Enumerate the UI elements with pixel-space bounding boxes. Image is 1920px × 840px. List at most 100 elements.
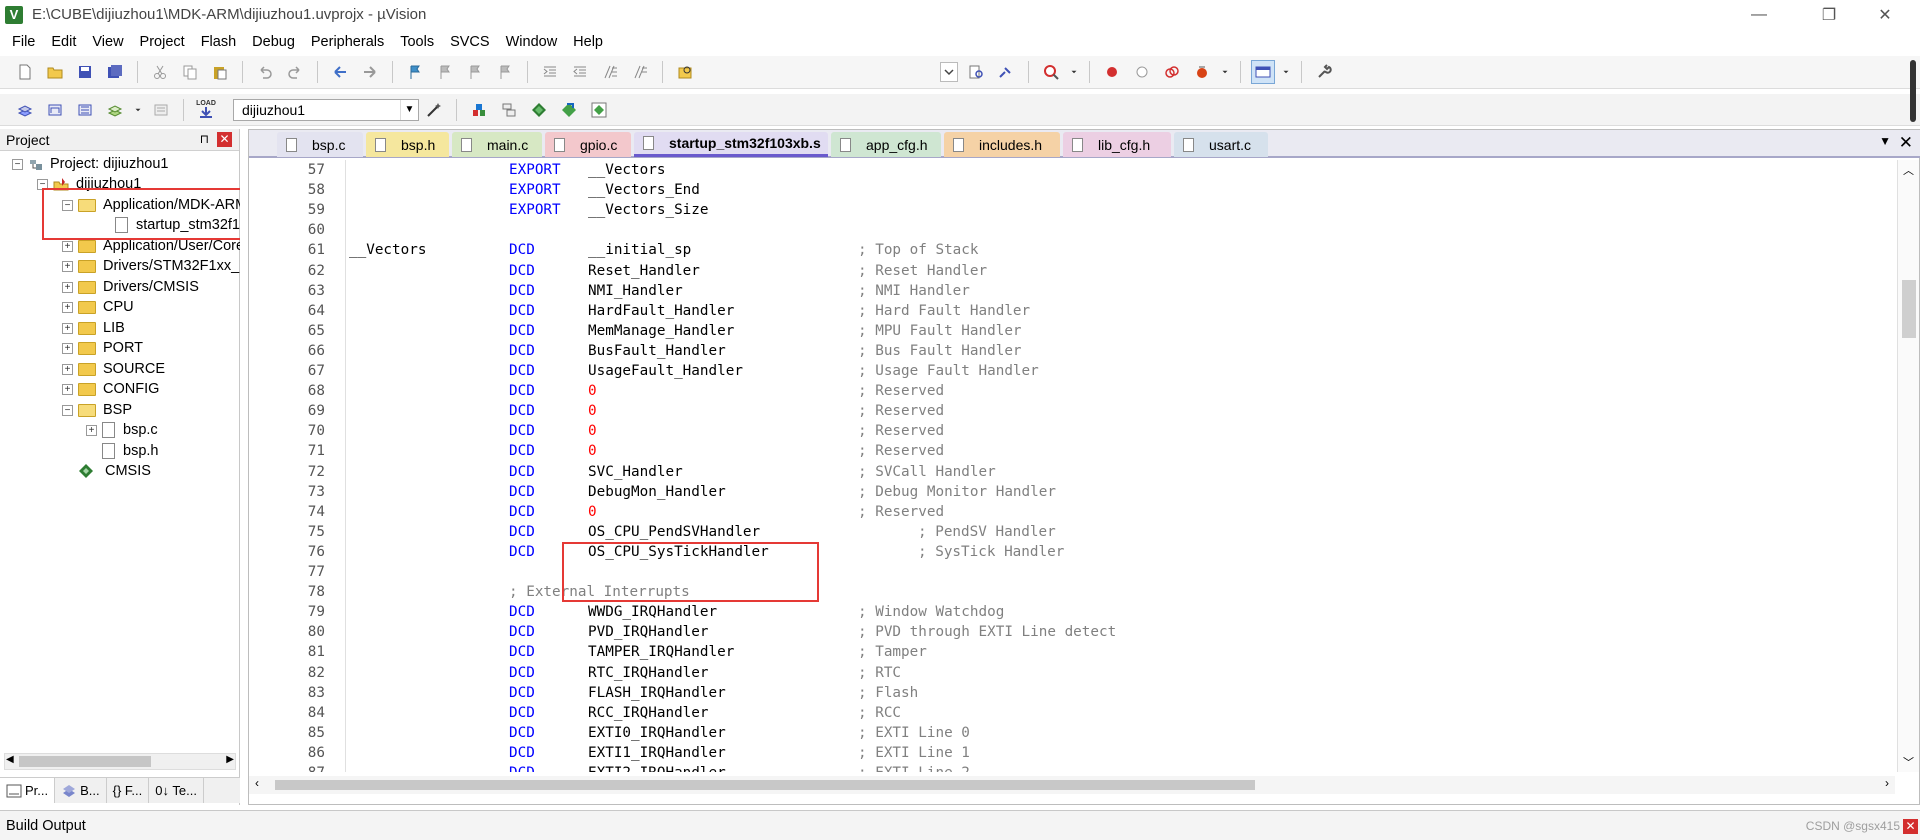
collapse-icon[interactable]: −	[62, 404, 73, 416]
scroll-right-icon[interactable]: ▶	[226, 754, 234, 765]
tree-node-file[interactable]: + bsp.c	[86, 419, 158, 441]
manage-rte-button[interactable]	[527, 98, 551, 122]
code-line[interactable]: 75 DCD OS_CPU_PendSVHandler ; PendSV Handle…	[249, 522, 1895, 542]
code-line[interactable]: 72 DCD SVC_Handler ; SVCall Handler	[249, 462, 1895, 482]
code-line[interactable]: 63 DCD NMI_Handler ; NMI Handler	[249, 281, 1895, 301]
scroll-right-icon[interactable]: ›	[1885, 776, 1889, 790]
window-layout-button[interactable]	[1251, 60, 1275, 84]
outer-scrollbar[interactable]	[1910, 60, 1918, 122]
paste-button[interactable]	[208, 60, 232, 84]
target-select[interactable]: dijiuzhou1 ▼	[233, 98, 419, 121]
select-packs-button[interactable]	[497, 98, 521, 122]
download-button[interactable]: LOAD	[194, 98, 218, 122]
editor-vertical-scrollbar[interactable]: ︿ ﹀	[1897, 160, 1919, 772]
close-tab-button[interactable]: ✕	[1899, 133, 1913, 153]
kill-all-breakpoints-button[interactable]	[1190, 60, 1214, 84]
tab-main-c[interactable]: main.c	[452, 132, 542, 157]
expand-icon[interactable]: +	[62, 383, 73, 395]
prev-bookmark-button[interactable]	[433, 60, 457, 84]
tab-startup-stm32f103xb-s[interactable]: startup_stm32f103xb.s	[634, 132, 828, 157]
expand-icon[interactable]: +	[62, 301, 73, 313]
code-line[interactable]: 64 DCD HardFault_Handler ; Hard Fault Handl…	[249, 301, 1895, 321]
scroll-down-icon[interactable]: ﹀	[1903, 754, 1914, 770]
pin-icon[interactable]: ⊓	[200, 132, 209, 146]
code-line[interactable]: 86 DCD EXTI1_IRQHandler ; EXTI Line 1	[249, 743, 1895, 763]
new-file-button[interactable]	[13, 60, 37, 84]
disable-all-breakpoints-button[interactable]	[1160, 60, 1184, 84]
layout-dropdown[interactable]	[1281, 60, 1291, 84]
tab-gpio-c[interactable]: gpio.c	[545, 132, 631, 157]
expand-icon[interactable]: +	[62, 342, 73, 354]
comment-button[interactable]	[598, 60, 622, 84]
tab-books[interactable]: B...	[55, 778, 107, 803]
tab-functions[interactable]: {} F...	[107, 778, 150, 803]
target-options-button[interactable]	[422, 98, 446, 122]
find-in-files-button[interactable]	[673, 60, 697, 84]
code-line[interactable]: 73 DCD DebugMon_Handler ; Debug Monitor Han…	[249, 482, 1895, 502]
code-line[interactable]: 82 DCD RTC_IRQHandler ; RTC	[249, 663, 1895, 683]
save-button[interactable]	[73, 60, 97, 84]
tab-lib-cfg-h[interactable]: lib_cfg.h	[1063, 132, 1171, 157]
code-line[interactable]: 79 DCD WWDG_IRQHandler ; Window Watchdog	[249, 602, 1895, 622]
tree-node-file[interactable]: bsp.h	[102, 440, 158, 462]
tab-project[interactable]: Pr...	[0, 778, 56, 803]
rebuild-button[interactable]	[73, 98, 97, 122]
manage-project-items-button[interactable]	[467, 98, 491, 122]
code-editor[interactable]: 57 EXPORT __Vectors 58 EXPORT __Vectors_End 59…	[249, 160, 1895, 772]
code-line[interactable]: 60	[249, 220, 1895, 240]
copy-button[interactable]	[178, 60, 202, 84]
tree-node-group[interactable]: + PORT	[62, 337, 143, 359]
scrollbar-thumb[interactable]	[1910, 60, 1916, 122]
scrollbar-thumb[interactable]	[275, 780, 1255, 790]
code-line[interactable]: 77	[249, 562, 1895, 582]
code-line[interactable]: 69 DCD 0 ; Reserved	[249, 401, 1895, 421]
tab-bsp-h[interactable]: bsp.h	[366, 132, 449, 157]
tree-node-group[interactable]: + LIB	[62, 317, 125, 339]
tree-node-cmsis[interactable]: CMSIS	[78, 460, 151, 482]
stop-build-button[interactable]	[149, 98, 173, 122]
navigate-forward-button[interactable]	[358, 60, 382, 84]
menu-file[interactable]: File	[4, 29, 43, 56]
code-line[interactable]: 78; External Interrupts	[249, 582, 1895, 602]
tab-bsp-c[interactable]: bsp.c	[277, 132, 363, 157]
tab-templates[interactable]: 0↓ Te...	[149, 778, 204, 803]
build-output-close-button[interactable]: ✕	[1903, 819, 1918, 834]
batch-dropdown[interactable]	[133, 98, 143, 122]
code-line[interactable]: 57 EXPORT __Vectors	[249, 160, 1895, 180]
code-line[interactable]: 87 DCD EXTI2_IRQHandler ; EXTI Line 2	[249, 763, 1895, 772]
chevron-down-icon[interactable]: ▼	[400, 99, 418, 120]
scrollbar-thumb[interactable]	[1902, 280, 1916, 338]
code-line[interactable]: 68 DCD 0 ; Reserved	[249, 381, 1895, 401]
menu-debug[interactable]: Debug	[244, 29, 303, 56]
code-line[interactable]: 74 DCD 0 ; Reserved	[249, 502, 1895, 522]
tab-list-dropdown-icon[interactable]: ▼	[1879, 134, 1891, 148]
expand-icon[interactable]: +	[62, 322, 73, 334]
insert-bookmark-button[interactable]	[403, 60, 427, 84]
browse-button[interactable]	[994, 60, 1018, 84]
cut-button[interactable]	[148, 60, 172, 84]
code-line[interactable]: 61 __Vectors DCD __initial_sp ; Top of Stack	[249, 240, 1895, 260]
menu-tools[interactable]: Tools	[392, 29, 442, 56]
redo-button[interactable]	[283, 60, 307, 84]
pack-update-button[interactable]	[587, 98, 611, 122]
code-line[interactable]: 83 DCD FLASH_IRQHandler ; Flash	[249, 683, 1895, 703]
code-line[interactable]: 71 DCD 0 ; Reserved	[249, 441, 1895, 461]
find-combo-dropdown[interactable]	[940, 62, 958, 82]
code-line[interactable]: 59 EXPORT __Vectors_Size	[249, 200, 1895, 220]
uncomment-button[interactable]	[628, 60, 652, 84]
tab-includes-h[interactable]: includes.h	[944, 132, 1060, 157]
tree-node-project[interactable]: − Project: dijiuzhou1	[12, 153, 169, 175]
batch-build-button[interactable]	[103, 98, 127, 122]
navigate-back-button[interactable]	[328, 60, 352, 84]
indent-button[interactable]	[538, 60, 562, 84]
menu-view[interactable]: View	[84, 29, 131, 56]
code-line[interactable]: 84 DCD RCC_IRQHandler ; RCC	[249, 703, 1895, 723]
code-line[interactable]: 70 DCD 0 ; Reserved	[249, 421, 1895, 441]
enable-breakpoint-button[interactable]	[1130, 60, 1154, 84]
code-line[interactable]: 58 EXPORT __Vectors_End	[249, 180, 1895, 200]
scrollbar-thumb[interactable]	[19, 756, 151, 767]
menu-help[interactable]: Help	[565, 29, 611, 56]
breakpoint-dropdown[interactable]	[1220, 60, 1230, 84]
scroll-left-icon[interactable]: ‹	[255, 776, 259, 790]
menu-svcs[interactable]: SVCS	[442, 29, 498, 56]
